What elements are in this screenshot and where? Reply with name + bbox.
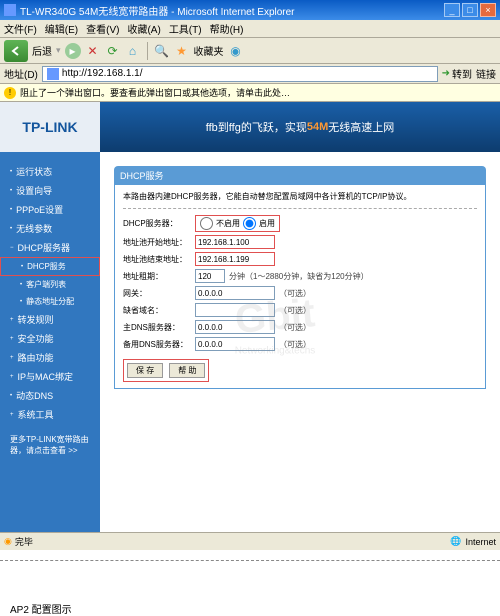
internet-zone: Internet <box>465 537 496 547</box>
back-button[interactable] <box>4 40 28 62</box>
dns2-label: 备用DNS服务器： <box>123 339 195 350</box>
dhcp-off-radio[interactable] <box>200 217 213 230</box>
window-title: TL-WR340G 54M无线宽带路由器 - Microsoft Interne… <box>20 3 444 18</box>
internet-zone-icon: 🌐 <box>450 536 461 547</box>
popup-blocker-bar[interactable]: ! 阻止了一个弹出窗口。要查看此弹出窗口或其他选项，请单击此处… <box>0 84 500 102</box>
sidebar-item-system[interactable]: +系统工具 <box>0 405 100 424</box>
banner: TP-LINK ffb到ffg的飞跃，实现 54M 无线高速上网 <box>0 102 500 152</box>
toolbar: 后退 ▾ ▸ ✕ ⟳ ⌂ 🔍 ★ 收藏夹 ◉ <box>0 38 500 64</box>
back-label: 后退 <box>32 43 52 58</box>
sidebar-item-status[interactable]: •运行状态 <box>0 162 100 181</box>
sidebar-item-security[interactable]: +安全功能 <box>0 329 100 348</box>
done-icon: ◉ <box>4 536 12 547</box>
media-button[interactable]: ◉ <box>228 43 244 59</box>
forward-button[interactable]: ▸ <box>65 43 81 59</box>
sidebar-item-ddns[interactable]: •动态DNS <box>0 386 100 405</box>
address-label: 地址(D) <box>4 66 38 81</box>
favorites-button[interactable]: 收藏夹 <box>194 43 224 58</box>
button-row: 保 存 帮 助 <box>123 359 209 382</box>
sidebar: •运行状态 •设置向导 •PPPoE设置 •无线参数 −DHCP服务器 •DHC… <box>0 152 100 532</box>
end-addr-input[interactable] <box>195 252 275 266</box>
gateway-label: 网关： <box>123 288 195 299</box>
sidebar-footer[interactable]: 更多TP-LINK宽带路由器，请点击查看 >> <box>0 424 100 456</box>
refresh-button[interactable]: ⟳ <box>105 43 121 59</box>
dns2-input[interactable] <box>195 337 275 351</box>
sidebar-item-forward[interactable]: +转发规则 <box>0 310 100 329</box>
domain-input[interactable] <box>195 303 275 317</box>
banner-slogan: ffb到ffg的飞跃，实现 54M 无线高速上网 <box>100 102 500 152</box>
favorites-icon: ★ <box>174 43 190 59</box>
sidebar-item-clients[interactable]: •客户端列表 <box>0 276 100 293</box>
links-button[interactable]: 链接 <box>476 66 496 81</box>
end-addr-label: 地址池结束地址： <box>123 254 195 265</box>
save-button[interactable]: 保 存 <box>127 363 163 378</box>
menu-file[interactable]: 文件(F) <box>4 21 37 36</box>
start-addr-label: 地址池开始地址： <box>123 237 195 248</box>
caption: AP2 配置图示 <box>0 601 500 616</box>
dns1-input[interactable] <box>195 320 275 334</box>
minimize-button[interactable]: _ <box>444 3 460 17</box>
address-input[interactable]: http://192.168.1.1/ <box>42 66 438 82</box>
maximize-button[interactable]: □ <box>462 3 478 17</box>
status-text: 完毕 <box>15 535 33 548</box>
go-button[interactable]: ➜ 转到 <box>442 66 472 81</box>
page-icon <box>47 68 59 80</box>
sidebar-item-routing[interactable]: +路由功能 <box>0 348 100 367</box>
sidebar-item-dhcp-service[interactable]: •DHCP服务 <box>0 257 100 276</box>
brand-logo: TP-LINK <box>0 102 100 152</box>
menu-edit[interactable]: 编辑(E) <box>45 21 78 36</box>
sidebar-item-dhcp-server[interactable]: −DHCP服务器 <box>0 238 100 257</box>
go-arrow-icon: ➜ <box>442 68 450 79</box>
menu-fav[interactable]: 收藏(A) <box>127 21 160 36</box>
page-content: TP-LINK ffb到ffg的飞跃，实现 54M 无线高速上网 •运行状态 •… <box>0 102 500 532</box>
sidebar-item-ipmac[interactable]: +IP与MAC绑定 <box>0 367 100 386</box>
lease-label: 地址租期： <box>123 271 195 282</box>
dns1-label: 主DNS服务器： <box>123 322 195 333</box>
infobar-text: 阻止了一个弹出窗口。要查看此弹出窗口或其他选项，请单击此处… <box>20 86 290 99</box>
main-panel: DHCP服务 本路由器内建DHCP服务器，它能自动替您配置局域网中各计算机的TC… <box>100 152 500 532</box>
panel-title: DHCP服务 <box>114 166 486 185</box>
sidebar-item-static[interactable]: •静态地址分配 <box>0 293 100 310</box>
start-addr-input[interactable] <box>195 235 275 249</box>
panel-description: 本路由器内建DHCP服务器，它能自动替您配置局域网中各计算机的TCP/IP协议。 <box>123 191 477 209</box>
sidebar-item-pppoe[interactable]: •PPPoE设置 <box>0 200 100 219</box>
sidebar-item-wizard[interactable]: •设置向导 <box>0 181 100 200</box>
gateway-input[interactable] <box>195 286 275 300</box>
menu-view[interactable]: 查看(V) <box>86 21 119 36</box>
address-bar: 地址(D) http://192.168.1.1/ ➜ 转到 链接 <box>0 64 500 84</box>
warning-icon: ! <box>4 87 16 99</box>
close-button[interactable]: × <box>480 3 496 17</box>
app-icon <box>4 4 16 16</box>
help-button[interactable]: 帮 助 <box>169 363 205 378</box>
menu-bar: 文件(F) 编辑(E) 查看(V) 收藏(A) 工具(T) 帮助(H) <box>0 20 500 38</box>
lease-input[interactable] <box>195 269 225 283</box>
domain-label: 缺省域名： <box>123 305 195 316</box>
menu-help[interactable]: 帮助(H) <box>210 21 244 36</box>
url-text: http://192.168.1.1/ <box>62 68 143 79</box>
window-titlebar: TL-WR340G 54M无线宽带路由器 - Microsoft Interne… <box>0 0 500 20</box>
stop-button[interactable]: ✕ <box>85 43 101 59</box>
menu-tools[interactable]: 工具(T) <box>169 21 202 36</box>
status-bar: ◉ 完毕 🌐 Internet <box>0 532 500 550</box>
back-arrow-icon <box>10 45 22 57</box>
dhcp-on-radio[interactable] <box>243 217 256 230</box>
sidebar-item-wireless[interactable]: •无线参数 <box>0 219 100 238</box>
home-button[interactable]: ⌂ <box>125 43 141 59</box>
search-button[interactable]: 🔍 <box>154 43 170 59</box>
dhcp-server-label: DHCP服务器： <box>123 218 195 229</box>
